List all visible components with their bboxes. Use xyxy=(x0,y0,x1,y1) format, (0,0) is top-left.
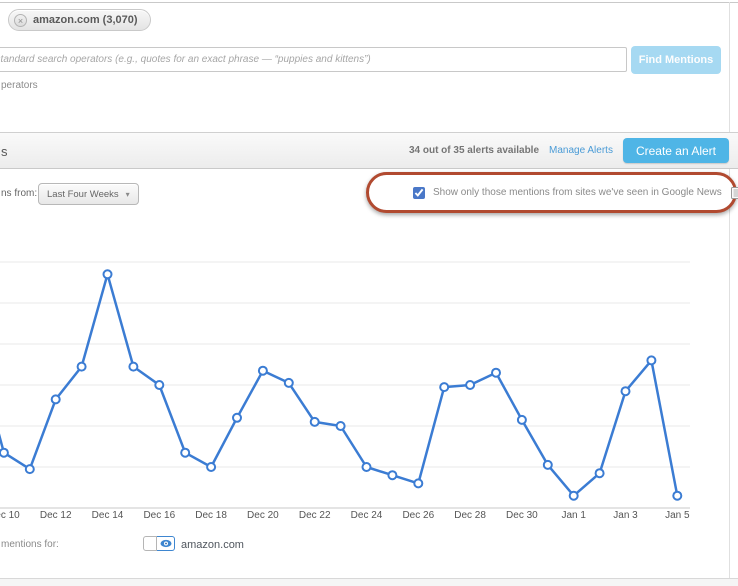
remove-keyword-icon[interactable]: × xyxy=(14,14,27,27)
annotation-oval: Show only those mentions from sites we'v… xyxy=(366,172,737,213)
x-tick-label: Dec 14 xyxy=(92,510,124,520)
data-point[interactable] xyxy=(673,492,681,500)
x-tick-label: Dec 18 xyxy=(195,510,227,520)
x-tick-label: Jan 3 xyxy=(613,510,638,520)
data-point[interactable] xyxy=(233,414,241,422)
x-tick-label: Jan 1 xyxy=(561,510,586,520)
data-point[interactable] xyxy=(104,270,112,278)
data-point[interactable] xyxy=(492,369,500,377)
data-point[interactable] xyxy=(414,479,422,487)
data-point[interactable] xyxy=(207,463,215,471)
x-tick-label: Dec 22 xyxy=(299,510,331,520)
data-point[interactable] xyxy=(259,367,267,375)
google-news-checkbox-label: Show only those mentions from sites we'v… xyxy=(433,187,722,198)
keyword-pill-label: amazon.com (3,070) xyxy=(33,14,138,26)
data-point[interactable] xyxy=(52,395,60,403)
x-tick-label: Dec 20 xyxy=(247,510,279,520)
x-tick-label: Dec 10 xyxy=(0,510,20,520)
google-news-checkbox[interactable] xyxy=(413,187,425,199)
data-point[interactable] xyxy=(26,465,34,473)
x-tick-label: Dec 28 xyxy=(454,510,486,520)
toggle-eye-cell xyxy=(157,536,175,551)
data-point[interactable] xyxy=(622,387,630,395)
data-point[interactable] xyxy=(181,449,189,457)
toggle-knob xyxy=(143,536,157,551)
newspaper-icon xyxy=(730,185,738,200)
mentions-chart: Dec 10 Dec 12 Dec 14 Dec 16 Dec 18 Dec 20 Dec … xyxy=(0,228,738,520)
data-point[interactable] xyxy=(311,418,319,426)
x-tick-label: Jan 5 xyxy=(665,510,690,520)
top-divider xyxy=(0,2,738,3)
legend-label-fragment: mentions for: xyxy=(1,539,59,550)
create-alert-button[interactable]: Create an Alert xyxy=(623,138,729,163)
section-title-fragment: s xyxy=(1,144,8,159)
chevron-down-icon: ▾ xyxy=(126,190,130,199)
alerts-available-status: 34 out of 35 alerts available xyxy=(409,145,539,156)
data-point[interactable] xyxy=(570,492,578,500)
search-input[interactable] xyxy=(0,47,627,72)
eye-icon xyxy=(160,539,172,548)
x-tick-label: Dec 16 xyxy=(143,510,175,520)
page-background-strip xyxy=(0,579,738,586)
keyword-pill[interactable]: × amazon.com (3,070) xyxy=(8,9,151,31)
data-point[interactable] xyxy=(78,363,86,371)
data-point[interactable] xyxy=(544,461,552,469)
date-range-dropdown[interactable]: Last Four Weeks ▾ xyxy=(38,183,139,205)
data-point[interactable] xyxy=(363,463,371,471)
manage-alerts-link[interactable]: Manage Alerts xyxy=(549,145,613,156)
data-point[interactable] xyxy=(0,449,8,457)
data-point[interactable] xyxy=(285,379,293,387)
date-range-value: Last Four Weeks xyxy=(47,189,119,200)
alerts-controls: 34 out of 35 alerts available Manage Ale… xyxy=(409,133,729,168)
data-point[interactable] xyxy=(155,381,163,389)
alerts-header-bar: s 34 out of 35 alerts available Manage A… xyxy=(0,132,738,169)
data-point[interactable] xyxy=(337,422,345,430)
data-point[interactable] xyxy=(129,363,137,371)
data-point[interactable] xyxy=(388,471,396,479)
data-point[interactable] xyxy=(647,356,655,364)
x-tick-label: Dec 12 xyxy=(40,510,72,520)
search-operators-text-fragment: perators xyxy=(1,80,38,91)
data-point[interactable] xyxy=(596,469,604,477)
legend-series-name: amazon.com xyxy=(181,539,244,551)
x-tick-label: Dec 30 xyxy=(506,510,538,520)
data-point[interactable] xyxy=(466,381,474,389)
data-point[interactable] xyxy=(518,416,526,424)
x-tick-label: Dec 24 xyxy=(351,510,383,520)
data-point[interactable] xyxy=(440,383,448,391)
mentions-from-label-fragment: ns from: xyxy=(1,188,37,199)
series-visibility-toggle[interactable] xyxy=(143,536,175,551)
x-tick-label: Dec 26 xyxy=(402,510,434,520)
find-mentions-button[interactable]: Find Mentions xyxy=(631,46,721,74)
